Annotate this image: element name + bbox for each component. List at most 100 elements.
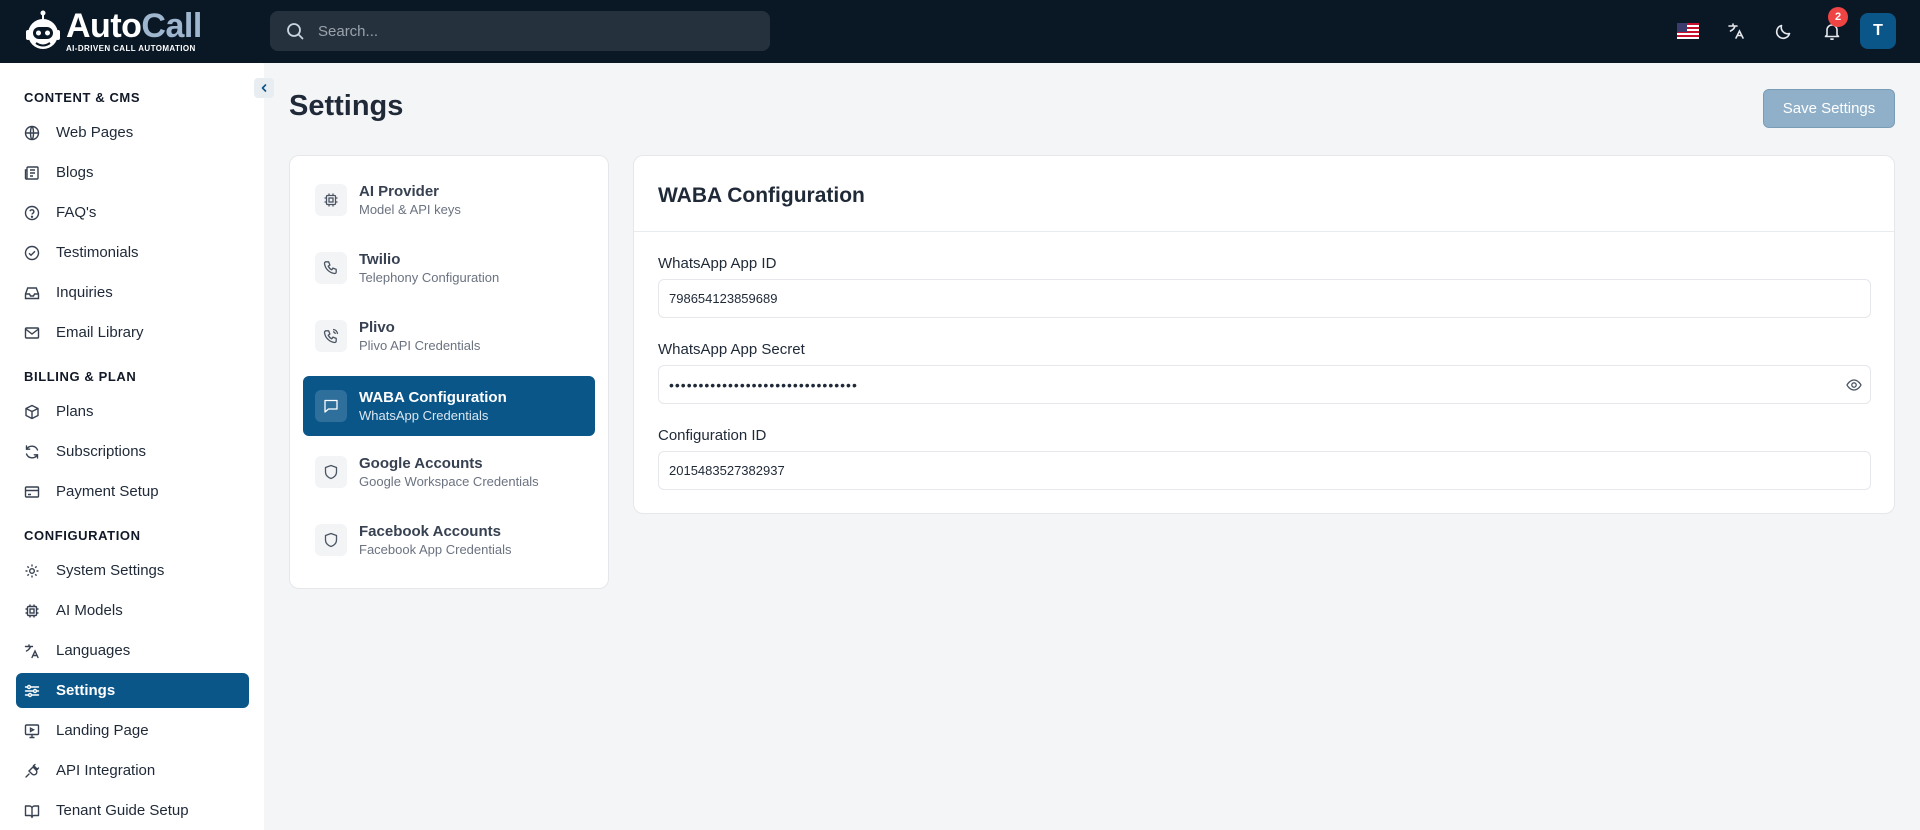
- settings-tab-waba-configuration[interactable]: WABA Configuration WhatsApp Credentials: [303, 376, 595, 436]
- sidebar-item-label: Subscriptions: [56, 443, 147, 460]
- search-input[interactable]: [318, 11, 758, 51]
- settings-tab-subtitle: Google Workspace Credentials: [359, 474, 539, 489]
- message-square-icon: [315, 390, 347, 422]
- whatsapp-app-secret-input[interactable]: [658, 365, 1871, 404]
- settings-tab-facebook-accounts[interactable]: Facebook Accounts Facebook App Credentia…: [303, 510, 595, 570]
- sidebar-item-settings[interactable]: Settings: [16, 673, 249, 708]
- sidebar-item-label: Plans: [56, 403, 94, 420]
- app-tagline: AI-DRIVEN CALL AUTOMATION: [66, 44, 196, 53]
- sidebar-item-payment-setup[interactable]: Payment Setup: [16, 474, 249, 509]
- robot-logo-icon: [24, 10, 62, 52]
- card-title: WABA Configuration: [658, 184, 865, 207]
- package-icon: [24, 404, 40, 420]
- sidebar-item-tenant-guide-setup[interactable]: Tenant Guide Setup: [16, 793, 249, 828]
- settings-tab-subtitle: WhatsApp Credentials: [359, 408, 489, 423]
- sidebar-item-languages[interactable]: Languages: [16, 633, 249, 668]
- phone-call-icon: [315, 320, 347, 352]
- top-bar: AutoCall AI-DRIVEN CALL AUTOMATION 2 T: [0, 0, 1920, 63]
- eye-icon[interactable]: [1846, 377, 1862, 393]
- card-divider: [634, 231, 1894, 232]
- sidebar-item-inquiries[interactable]: Inquiries: [16, 275, 249, 310]
- settings-tab-twilio[interactable]: Twilio Telephony Configuration: [303, 238, 595, 298]
- sidebar-item-label: Testimonials: [56, 244, 139, 261]
- credit-card-icon: [24, 484, 40, 500]
- plug-icon: [24, 763, 40, 779]
- sidebar-item-label: Landing Page: [56, 722, 149, 739]
- sidebar-item-testimonials[interactable]: Testimonials: [16, 235, 249, 270]
- sidebar-item-label: API Integration: [56, 762, 156, 779]
- sidebar-collapse-button[interactable]: [254, 78, 274, 98]
- languages-icon: [24, 643, 40, 659]
- app-name-part2: Call: [141, 7, 202, 45]
- settings-tab-title: Twilio: [359, 251, 401, 268]
- section-title-content-cms: CONTENT & CMS: [24, 90, 141, 105]
- whatsapp-app-id-label: WhatsApp App ID: [658, 255, 777, 272]
- shield-icon: [315, 524, 347, 556]
- sidebar-item-label: Inquiries: [56, 284, 113, 301]
- app-name: AutoCall: [66, 9, 202, 43]
- sidebar-item-email-library[interactable]: Email Library: [16, 315, 249, 350]
- section-title-configuration: CONFIGURATION: [24, 528, 141, 543]
- sidebar-item-ai-models[interactable]: AI Models: [16, 593, 249, 628]
- sidebar-item-system-settings[interactable]: System Settings: [16, 553, 249, 588]
- settings-nav-panel: AI Provider Model & API keys Twilio Tele…: [289, 155, 609, 589]
- sidebar-item-label: FAQ's: [56, 204, 97, 221]
- settings-tab-title: AI Provider: [359, 183, 440, 200]
- sidebar-item-plans[interactable]: Plans: [16, 394, 249, 429]
- settings-tab-ai-provider[interactable]: AI Provider Model & API keys: [303, 170, 595, 230]
- book-icon: [24, 803, 40, 819]
- sidebar-item-label: Languages: [56, 642, 131, 659]
- user-avatar[interactable]: T: [1860, 13, 1896, 49]
- mail-icon: [24, 325, 40, 341]
- whatsapp-app-secret-label: WhatsApp App Secret: [658, 341, 805, 358]
- sidebar-item-landing-page[interactable]: Landing Page: [16, 713, 249, 748]
- settings-tab-title: WABA Configuration: [359, 389, 507, 406]
- sidebar-item-label: Payment Setup: [56, 483, 159, 500]
- page-title: Settings: [289, 90, 404, 122]
- phone-icon: [315, 252, 347, 284]
- settings-tab-google-accounts[interactable]: Google Accounts Google Workspace Credent…: [303, 442, 595, 502]
- newspaper-icon: [24, 165, 40, 181]
- settings-tab-title: Facebook Accounts: [359, 523, 501, 540]
- sidebar: CONTENT & CMS Web Pages Blogs FAQ's Test…: [0, 63, 264, 830]
- translate-icon[interactable]: [1724, 19, 1748, 43]
- sidebar-item-label: Email Library: [56, 324, 144, 341]
- settings-tab-plivo[interactable]: Plivo Plivo API Credentials: [303, 306, 595, 366]
- cpu-icon: [315, 184, 347, 216]
- sidebar-item-label: Tenant Guide Setup: [56, 802, 189, 819]
- monitor-icon: [24, 723, 40, 739]
- globe-icon: [24, 125, 40, 141]
- sliders-icon: [24, 563, 40, 579]
- refresh-icon: [24, 444, 40, 460]
- sidebar-item-subscriptions[interactable]: Subscriptions: [16, 434, 249, 469]
- us-flag-icon[interactable]: [1676, 19, 1700, 43]
- check-circle-icon: [24, 245, 40, 261]
- chevron-left-icon: [259, 83, 269, 93]
- sidebar-item-api-integration[interactable]: API Integration: [16, 753, 249, 788]
- configuration-id-label: Configuration ID: [658, 427, 767, 444]
- notification-badge: 2: [1828, 7, 1848, 27]
- sidebar-item-faqs[interactable]: FAQ's: [16, 195, 249, 230]
- search-box[interactable]: [270, 11, 770, 51]
- save-settings-button[interactable]: Save Settings: [1763, 89, 1895, 128]
- search-icon: [286, 22, 304, 40]
- settings-tab-subtitle: Telephony Configuration: [359, 270, 500, 285]
- app-logo[interactable]: AutoCall AI-DRIVEN CALL AUTOMATION: [24, 8, 202, 54]
- help-circle-icon: [24, 205, 40, 221]
- configuration-id-input[interactable]: [658, 451, 1871, 490]
- settings-tab-subtitle: Model & API keys: [359, 202, 461, 217]
- moon-icon[interactable]: [1772, 19, 1796, 43]
- sidebar-item-web-pages[interactable]: Web Pages: [16, 115, 249, 150]
- whatsapp-app-id-input[interactable]: [658, 279, 1871, 318]
- settings-tab-title: Plivo: [359, 319, 395, 336]
- sidebar-item-label: Blogs: [56, 164, 94, 181]
- app-name-part1: Auto: [66, 7, 142, 45]
- sidebar-item-label: System Settings: [56, 562, 165, 579]
- sidebar-item-label: Web Pages: [56, 124, 134, 141]
- sidebar-item-blogs[interactable]: Blogs: [16, 155, 249, 190]
- sidebar-item-label: AI Models: [56, 602, 123, 619]
- settings-tab-subtitle: Plivo API Credentials: [359, 338, 481, 353]
- cpu-icon: [24, 603, 40, 619]
- settings-tab-title: Google Accounts: [359, 455, 483, 472]
- section-title-billing-plan: BILLING & PLAN: [24, 369, 137, 384]
